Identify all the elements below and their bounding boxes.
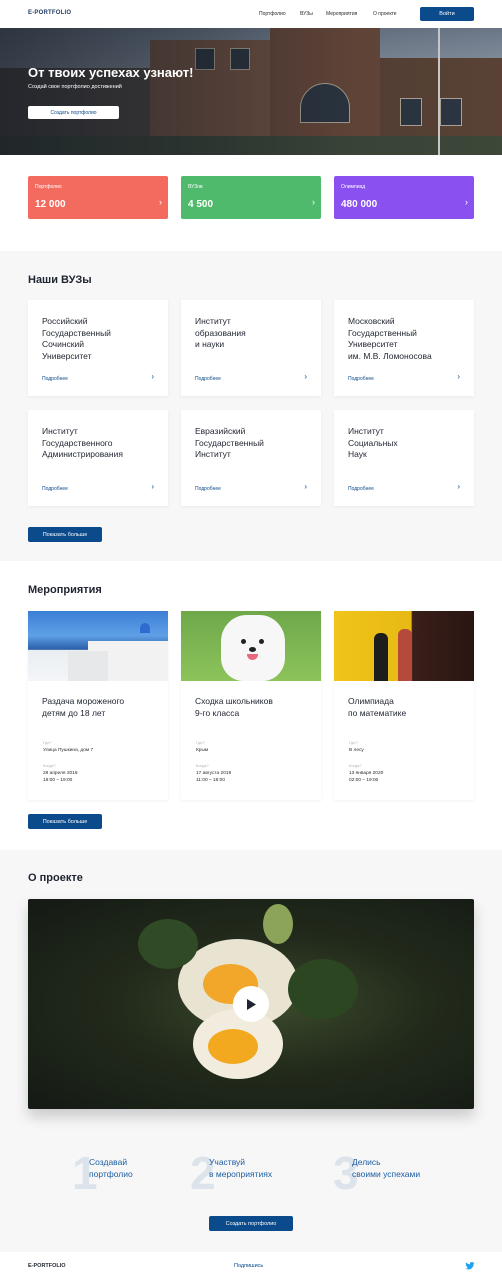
more-link[interactable]: Подробнее — [42, 486, 68, 492]
university-card[interactable]: Российский Государственный Сочинский Универ… — [28, 300, 168, 396]
video-frame-detail — [288, 959, 358, 1019]
event-image-detail — [259, 639, 264, 644]
twitter-icon[interactable] — [465, 1261, 475, 1271]
event-image-detail — [249, 647, 256, 652]
more-link[interactable]: Подробнее — [348, 486, 374, 492]
stat-value: 480 000 — [341, 199, 378, 210]
universities-section — [0, 251, 502, 561]
event-image-detail — [374, 633, 388, 681]
about-title: О проекте — [28, 872, 83, 884]
site-header: E-PORTFOLIO Портфолио ВУЗы Мероприятия О… — [0, 0, 502, 28]
chevron-right-icon[interactable]: › — [457, 482, 460, 491]
university-name: Евразийский Государственный Институт — [195, 426, 264, 459]
event-date: 17 августа 2019 — [196, 771, 232, 776]
hero-subtitle: Создай свое портфолио достижений — [28, 84, 122, 90]
event-image-detail — [68, 651, 108, 681]
event-image — [334, 611, 474, 681]
event-image — [181, 611, 321, 681]
chevron-right-icon: › — [159, 197, 162, 207]
site-footer: E-PORTFOLIO Подпишись — [0, 1252, 502, 1280]
event-place: Крым — [196, 748, 209, 753]
event-card[interactable]: Олимпиада по математике Где? В лесу Когда… — [334, 611, 474, 800]
event-place-label: Где? — [349, 740, 358, 745]
event-time: 11:00 – 18:00 — [196, 778, 225, 783]
stat-value: 4 500 — [188, 199, 214, 210]
create-portfolio-button[interactable]: Создать портфолио — [28, 106, 119, 119]
create-portfolio-bottom-button[interactable]: Создать портфолио — [209, 1216, 293, 1231]
more-link[interactable]: Подробнее — [42, 376, 68, 382]
event-place: В лесу — [349, 748, 364, 753]
video-frame-detail — [208, 1029, 258, 1064]
step-text: Создавай портфолио — [89, 1157, 133, 1179]
nav-portfolio[interactable]: Портфолио — [259, 11, 286, 17]
event-place: Улица Пушкина, дом 7 — [43, 748, 94, 753]
university-card[interactable]: Евразийский Государственный Институт Подроб… — [181, 410, 321, 506]
event-image-detail — [398, 629, 412, 681]
event-title: Раздача мороженого детям до 18 лет — [42, 696, 125, 718]
nav-universities[interactable]: ВУЗы — [300, 11, 313, 17]
stat-value: 12 000 — [35, 199, 66, 210]
stat-card-universities[interactable]: ВУЗов 4 500 › — [181, 176, 321, 219]
stat-card-olympiads[interactable]: Олимпиад 480 000 › — [334, 176, 474, 219]
hero-banner: От твоих успехах узнают! Создай свое пор… — [0, 28, 502, 155]
event-time: 18:00 – 19:00 — [43, 778, 73, 783]
chevron-right-icon[interactable]: › — [457, 372, 460, 381]
event-when-label: Когда? — [43, 763, 56, 768]
event-image — [28, 611, 168, 681]
chevron-right-icon[interactable]: › — [304, 372, 307, 381]
play-icon — [247, 998, 256, 1010]
event-when-label: Когда? — [196, 763, 209, 768]
stat-card-portfolio[interactable]: Портфолио 12 000 › — [28, 176, 168, 219]
event-title: Сходка школьников 9-го класса — [195, 696, 273, 718]
event-title: Олимпиада по математике — [348, 696, 407, 718]
event-place-label: Где? — [196, 740, 205, 745]
event-image-detail — [140, 623, 150, 633]
hero-overlay — [0, 28, 502, 155]
chevron-right-icon: › — [465, 197, 468, 207]
university-card[interactable]: Институт Государственного Администрировани… — [28, 410, 168, 506]
stat-label: Портфолио — [35, 184, 62, 190]
university-name: Институт Социальных Наук — [348, 426, 398, 459]
step-text: Делись своими успехами — [352, 1157, 421, 1179]
chevron-right-icon[interactable]: › — [151, 372, 154, 381]
play-button[interactable] — [233, 986, 269, 1022]
nav-events[interactable]: Мероприятия — [326, 11, 357, 17]
footer-logo[interactable]: E-PORTFOLIO — [28, 1263, 66, 1269]
stat-label: Олимпиад — [341, 184, 366, 190]
step-text: Участвуй в мероприятиях — [209, 1157, 273, 1179]
event-time: 02:00 – 19:00 — [349, 778, 379, 783]
events-title: Мероприятия — [28, 584, 102, 596]
show-more-universities-button[interactable]: Показать больше — [28, 527, 102, 542]
event-card[interactable]: Сходка школьников 9-го класса Где? Крым К… — [181, 611, 321, 800]
stat-label: ВУЗов — [188, 184, 203, 190]
more-link[interactable]: Подробнее — [348, 376, 374, 382]
more-link[interactable]: Подробнее — [195, 486, 221, 492]
chevron-right-icon[interactable]: › — [304, 482, 307, 491]
universities-title: Наши ВУЗы — [28, 274, 92, 286]
university-card[interactable]: Московский Государственный Университет им. … — [334, 300, 474, 396]
chevron-right-icon[interactable]: › — [151, 482, 154, 491]
video-frame-detail — [138, 919, 198, 969]
logo[interactable]: E-PORTFOLIO — [28, 10, 71, 16]
event-place-label: Где? — [43, 740, 52, 745]
university-card[interactable]: Институт Социальных Наук Подробнее › — [334, 410, 474, 506]
event-image-detail — [241, 639, 246, 644]
video-frame-detail — [263, 904, 293, 944]
event-date: 13 января 2020 — [349, 771, 384, 776]
login-button[interactable]: Войти — [420, 7, 474, 21]
subscribe-link[interactable]: Подпишись — [234, 1263, 263, 1269]
event-card[interactable]: Раздача мороженого детям до 18 лет Где? У… — [28, 611, 168, 800]
nav-about[interactable]: О проекте — [373, 11, 397, 17]
event-when-label: Когда? — [349, 763, 362, 768]
hero-title: От твоих успехах узнают! — [28, 65, 194, 80]
event-date: 28 апреля 2018 — [43, 771, 78, 776]
more-link[interactable]: Подробнее — [195, 376, 221, 382]
university-name: Российский Государственный Сочинский Универ… — [42, 316, 111, 361]
university-name: Институт образования и науки — [195, 316, 246, 349]
university-name: Московский Государственный Университет им. … — [348, 316, 432, 361]
show-more-events-button[interactable]: Показать больше — [28, 814, 102, 829]
chevron-right-icon: › — [312, 197, 315, 207]
university-card[interactable]: Институт образования и науки Подробнее › — [181, 300, 321, 396]
university-name: Институт Государственного Администрировани… — [42, 426, 123, 459]
